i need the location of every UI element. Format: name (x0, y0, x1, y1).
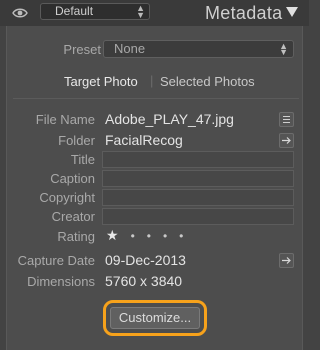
caption-field[interactable] (102, 170, 294, 187)
file-name-value[interactable]: Adobe_PLAY_47.jpg (105, 111, 234, 127)
metadata-body: Preset None ▲ ▼ Target Photo | Selected P… (6, 26, 303, 350)
preset-value: None (114, 41, 146, 56)
metadata-set-label: Default (55, 4, 94, 18)
rating-dot[interactable]: • (147, 229, 152, 243)
folder-value: FacialRecog (105, 132, 183, 148)
photo-scope-tabs: Target Photo | Selected Photos (7, 72, 304, 90)
eye-icon[interactable] (12, 6, 28, 20)
list-icon[interactable] (279, 112, 294, 127)
capture-date-label: Capture Date (17, 253, 95, 268)
copyright-label: Copyright (39, 190, 95, 205)
panel-title: Metadata (205, 3, 283, 23)
rating-label: Rating (57, 229, 95, 244)
tab-separator: | (150, 73, 154, 88)
triangle-down-icon[interactable] (285, 6, 299, 18)
folder-label: Folder (58, 133, 95, 148)
rating-dot[interactable]: • (179, 229, 184, 243)
customize-button[interactable]: Customize... (110, 307, 200, 329)
up-down-arrows-icon: ▲ ▼ (279, 41, 288, 57)
arrow-right-icon[interactable] (279, 253, 294, 268)
tab-selected-photos[interactable]: Selected Photos (160, 74, 255, 89)
caption-label: Caption (50, 171, 95, 186)
metadata-set-dropdown[interactable]: Default ▲ ▼ (40, 3, 150, 20)
arrow-right-icon[interactable] (279, 133, 294, 148)
metadata-panel: Default ▲ ▼ Metadata Preset None ▲ ▼ Targe… (0, 0, 309, 350)
file-name-label: File Name (35, 112, 95, 127)
creator-field[interactable] (102, 208, 294, 225)
rating-dot[interactable]: • (131, 229, 136, 243)
dimensions-label: Dimensions (27, 274, 95, 289)
dimensions-value: 5760 x 3840 (105, 273, 183, 289)
star-icon[interactable]: ★ (106, 227, 120, 243)
rating-control[interactable]: ★ • • • • (106, 227, 184, 244)
panel-header: Default ▲ ▼ Metadata (0, 0, 309, 26)
capture-date-value: 09-Dec-2013 (105, 252, 186, 268)
preset-label: Preset (63, 42, 101, 57)
divider (13, 98, 299, 99)
preset-select[interactable]: None ▲ ▼ (103, 40, 294, 58)
copyright-field[interactable] (102, 189, 294, 206)
rating-dot[interactable]: • (163, 229, 168, 243)
creator-label: Creator (51, 209, 95, 224)
tab-target-photo[interactable]: Target Photo (64, 74, 138, 89)
title-field[interactable] (102, 151, 294, 168)
title-label: Title (70, 152, 95, 167)
up-down-arrows-icon: ▲ ▼ (136, 3, 145, 20)
